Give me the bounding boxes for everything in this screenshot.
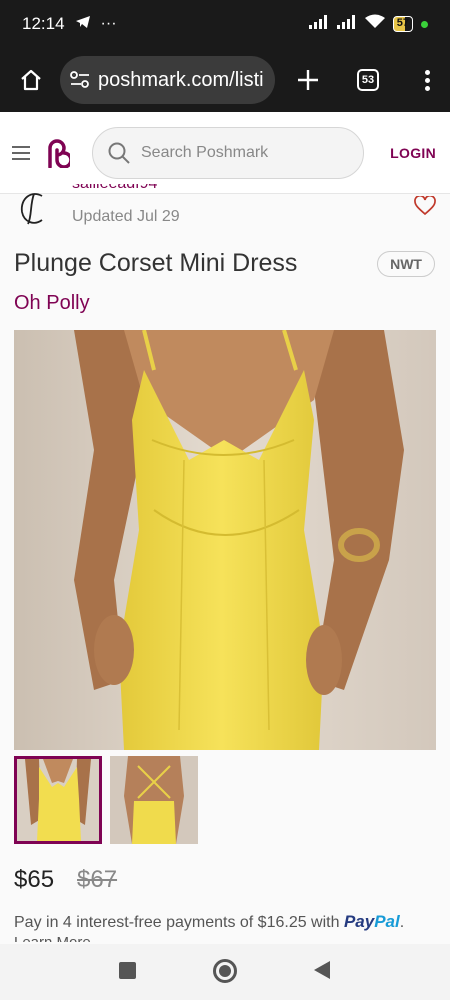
like-heart-icon[interactable] bbox=[414, 194, 436, 221]
system-navigation-bar bbox=[0, 944, 450, 1000]
learn-more-link[interactable]: Learn More bbox=[14, 934, 91, 942]
price: $65 bbox=[14, 866, 55, 893]
site-header: Search Poshmark LOGIN bbox=[0, 112, 450, 194]
seller-name[interactable]: sallieeadf94 bbox=[72, 184, 157, 196]
seller-row: sallieeadf94 Updated Jul 29 bbox=[14, 184, 436, 234]
back-button-icon[interactable] bbox=[314, 961, 330, 979]
site-settings-icon[interactable] bbox=[70, 71, 90, 89]
clock: 12:14 bbox=[22, 14, 65, 33]
search-placeholder: Search Poshmark bbox=[141, 143, 269, 161]
recents-button-icon[interactable] bbox=[119, 962, 136, 979]
original-price: $67 bbox=[77, 866, 118, 893]
listing-title: Plunge Corset Mini Dress bbox=[14, 249, 298, 277]
signal-icon bbox=[336, 14, 357, 34]
paypal-logo: PayPal bbox=[344, 912, 400, 931]
poshmark-logo[interactable] bbox=[44, 138, 70, 168]
paypal-logo-pay: Pay bbox=[343, 912, 375, 931]
paypal-logo-pal: Pal bbox=[374, 912, 400, 931]
brand-link[interactable]: Oh Polly bbox=[14, 292, 90, 315]
login-link[interactable]: LOGIN bbox=[390, 145, 436, 161]
installment-text: Pay in 4 interest-free payments of $16.2… bbox=[14, 914, 340, 931]
privacy-indicator-dot bbox=[421, 20, 428, 28]
tab-switcher-button[interactable]: 53 bbox=[357, 69, 379, 91]
signal-icon bbox=[308, 14, 329, 34]
browser-toolbar: poshmark.com/listi 53 bbox=[0, 48, 450, 112]
home-icon[interactable] bbox=[16, 65, 46, 95]
condition-badge: NWT bbox=[377, 251, 435, 277]
telegram-icon bbox=[75, 14, 91, 34]
url-text: poshmark.com/listi bbox=[98, 68, 264, 91]
seller-avatar[interactable] bbox=[14, 188, 54, 230]
thumbnail-front[interactable] bbox=[14, 756, 102, 844]
hamburger-menu-icon[interactable] bbox=[12, 145, 30, 160]
more-dots-icon: ··· bbox=[100, 15, 117, 32]
thumbnail-back[interactable] bbox=[110, 756, 198, 844]
search-icon bbox=[107, 141, 131, 165]
status-bar: 12:14 ··· 57 bbox=[0, 0, 450, 48]
wifi-icon bbox=[364, 14, 385, 34]
main-product-photo[interactable] bbox=[14, 330, 436, 750]
address-bar[interactable]: poshmark.com/listi bbox=[60, 56, 275, 104]
search-input[interactable]: Search Poshmark bbox=[92, 126, 364, 179]
installment-info: Pay in 4 interest-free payments of $16.2… bbox=[14, 912, 405, 931]
battery-icon: 57 bbox=[392, 16, 413, 32]
updated-date: Updated Jul 29 bbox=[72, 208, 180, 225]
overflow-menu-icon[interactable] bbox=[425, 69, 430, 91]
new-tab-icon[interactable] bbox=[297, 69, 319, 91]
home-button-icon[interactable] bbox=[213, 959, 237, 983]
